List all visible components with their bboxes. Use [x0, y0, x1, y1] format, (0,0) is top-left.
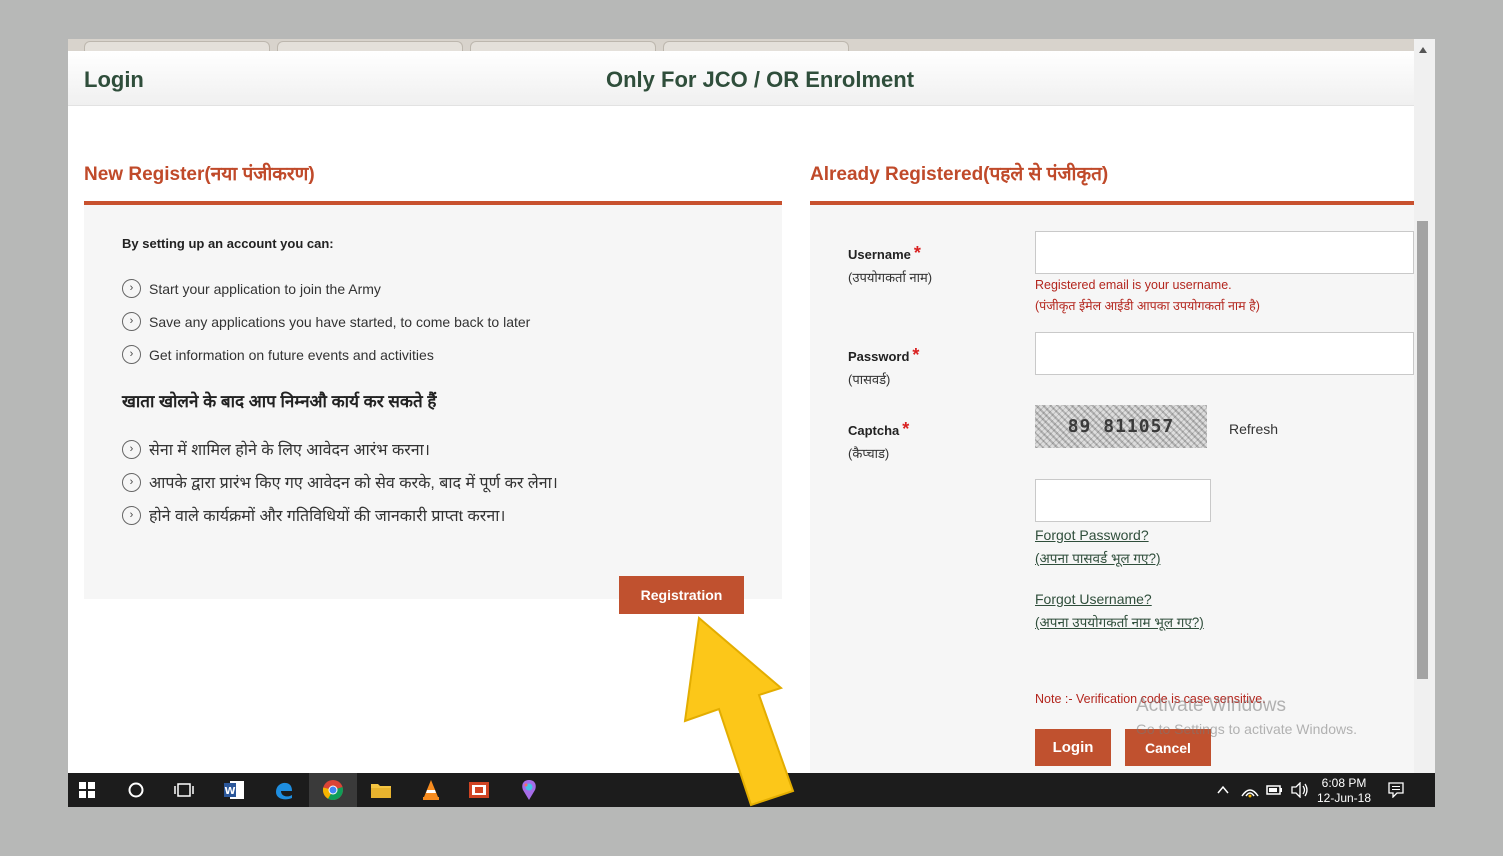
list-item-text: होने वाले कार्यक्रमों और गतिविधियों की ज… — [149, 508, 506, 525]
windows-start-icon[interactable] — [74, 778, 100, 802]
forgot-password-link[interactable]: Forgot Password? — [1035, 527, 1149, 543]
wifi-icon[interactable] — [1240, 778, 1260, 802]
captcha-input[interactable] — [1035, 479, 1211, 522]
chevron-circle-icon: › — [122, 439, 141, 459]
system-clock[interactable]: 6:08 PM 12-Jun-18 — [1316, 776, 1372, 806]
word-app-icon[interactable]: W — [221, 778, 247, 802]
watermark-title: Activate Windows — [1136, 695, 1286, 716]
list-item-text: Save any applications you have started, … — [149, 313, 531, 330]
captcha-refresh-link[interactable]: Refresh — [1229, 421, 1278, 437]
browser-viewport: Login Only For JCO / OR Enrolment New Re… — [68, 39, 1435, 807]
list-item: › होने वाले कार्यक्रमों और गतिविधियों की… — [122, 504, 505, 526]
browser-tab-strip — [68, 39, 1416, 51]
battery-icon[interactable] — [1265, 778, 1285, 802]
chevron-circle-icon: › — [122, 472, 141, 492]
benefits-intro-hi: खाता खोलने के बाद आप निम्नऔ कार्य कर सकत… — [122, 392, 437, 411]
watermark-subtitle: Go to Settings to activate Windows. — [1136, 721, 1357, 737]
forgot-username-link-hi[interactable]: (अपना उपयोगकर्ता नाम भूल गए?) — [1035, 613, 1204, 631]
page-header: Login Only For JCO / OR Enrolment — [68, 51, 1414, 106]
benefits-intro-en: By setting up an account you can: — [122, 236, 334, 251]
login-button[interactable]: Login — [1035, 729, 1111, 766]
chevron-circle-icon: › — [122, 345, 141, 364]
activate-windows-watermark: Activate Windows Go to Settings to activ… — [1136, 695, 1357, 737]
username-label-hi: (उपयोगकर्ता नाम) — [848, 270, 933, 285]
login-form-panel: Username * (उपयोगकर्ता नाम) Registered em… — [810, 205, 1414, 773]
list-item: › Save any applications you have started… — [122, 312, 530, 331]
chevron-circle-icon: › — [122, 279, 141, 298]
chevron-circle-icon: › — [122, 505, 141, 525]
yellow-pointer-arrow-icon — [683, 616, 795, 807]
captcha-label: Captcha * — [848, 419, 910, 439]
chevron-circle-icon: › — [122, 312, 141, 331]
list-item-text: आपके द्वारा प्रारंभ किए गए आवेदन को सेव … — [149, 475, 558, 492]
cortana-search-icon[interactable] — [123, 778, 149, 802]
captcha-label-hi: (कैप्चाड) — [848, 446, 890, 461]
chevron-up-icon[interactable] — [1216, 778, 1230, 802]
list-item: › Start your application to join the Arm… — [122, 279, 381, 298]
chrome-browser-icon[interactable] — [309, 773, 357, 807]
already-registered-heading: Already Registered(पहले से पंजीकृत) — [810, 164, 1109, 185]
password-label-hi: (पासवर्ड) — [848, 372, 891, 387]
edge-browser-icon[interactable] — [271, 778, 297, 802]
username-hint-hi: (पंजीकृत ईमेल आईडी आपका उपयोगकर्ता नाम ह… — [1035, 299, 1260, 313]
list-item-text: Start your application to join the Army — [149, 280, 381, 297]
svg-text:W: W — [224, 786, 235, 797]
file-explorer-icon[interactable] — [368, 778, 394, 802]
list-item: › सेना में शामिल होने के लिए आवेदन आरंभ … — [122, 438, 430, 460]
volume-icon[interactable] — [1289, 778, 1311, 802]
forgot-password-link-hi[interactable]: (अपना पासवर्ड भूल गए?) — [1035, 549, 1160, 567]
captcha-image: 89 811057 — [1035, 405, 1207, 448]
new-register-panel: By setting up an account you can: › Star… — [84, 205, 782, 599]
scrollbar-thumb[interactable] — [1417, 221, 1428, 679]
password-label: Password * — [848, 345, 920, 365]
paint-app-icon[interactable] — [516, 778, 542, 802]
enrolment-title: Only For JCO / OR Enrolment — [606, 67, 915, 92]
registration-button[interactable]: Registration — [619, 576, 744, 614]
task-view-icon[interactable] — [171, 778, 197, 802]
required-asterisk: * — [912, 345, 920, 365]
clock-date: 12-Jun-18 — [1316, 791, 1372, 805]
password-input[interactable] — [1035, 332, 1414, 375]
browser-tab[interactable] — [663, 41, 849, 51]
vertical-scrollbar[interactable] — [1414, 39, 1435, 773]
list-item: › आपके द्वारा प्रारंभ किए गए आवेदन को से… — [122, 471, 558, 493]
list-item: › Get information on future events and a… — [122, 345, 434, 364]
vlc-player-icon[interactable] — [418, 778, 444, 802]
forgot-username-link[interactable]: Forgot Username? — [1035, 591, 1152, 607]
browser-tab[interactable] — [277, 41, 463, 51]
new-register-heading: New Register(नया पंजीकरण) — [84, 164, 315, 185]
username-label: Username * — [848, 243, 921, 263]
page-title: Login — [84, 67, 144, 92]
required-asterisk: * — [913, 243, 921, 263]
username-input[interactable] — [1035, 231, 1414, 274]
browser-tab[interactable] — [84, 41, 270, 51]
username-hint: Registered email is your username. — [1035, 278, 1232, 292]
powerpoint-app-icon[interactable] — [466, 778, 492, 802]
action-center-icon[interactable] — [1386, 778, 1406, 802]
clock-time: 6:08 PM — [1321, 776, 1367, 790]
browser-tab[interactable] — [470, 41, 656, 51]
list-item-text: सेना में शामिल होने के लिए आवेदन आरंभ कर… — [149, 442, 430, 459]
required-asterisk: * — [902, 419, 910, 439]
list-item-text: Get information on future events and act… — [149, 346, 434, 363]
scroll-up-arrow-icon[interactable] — [1419, 47, 1427, 53]
